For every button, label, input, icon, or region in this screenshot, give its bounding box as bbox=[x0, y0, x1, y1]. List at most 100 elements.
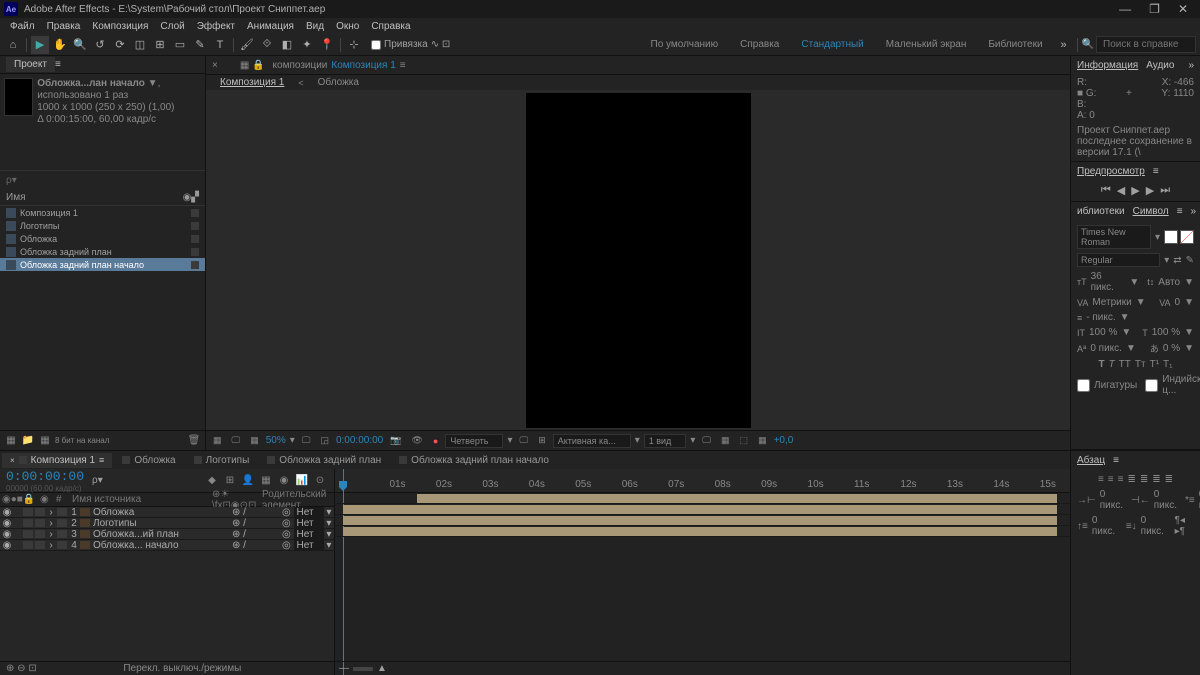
leading[interactable]: Авто bbox=[1158, 277, 1180, 288]
stroke-color[interactable] bbox=[1180, 230, 1194, 244]
tsume[interactable]: 0 % bbox=[1163, 343, 1180, 354]
type-tool[interactable]: T bbox=[211, 36, 229, 54]
timeline-layer[interactable]: ◉›1Обложка⊛ /◎ Нет ▾ bbox=[0, 507, 334, 518]
timeline-tab[interactable]: × Композиция 1 ≡ bbox=[2, 453, 112, 468]
h-scale[interactable]: 100 % bbox=[1152, 327, 1180, 338]
zoom-tool[interactable]: 🔍 bbox=[71, 36, 89, 54]
timeline-layer[interactable]: ◉›3Обложка...ий план⊛ /◎ Нет ▾ bbox=[0, 529, 334, 540]
menu-view[interactable]: Вид bbox=[301, 20, 329, 33]
align-left-icon[interactable]: ≡ bbox=[1098, 474, 1104, 485]
allcaps-button[interactable]: TT bbox=[1119, 359, 1131, 370]
rotate-tool[interactable]: ⟳ bbox=[111, 36, 129, 54]
workspace-standard[interactable]: Стандартный bbox=[791, 39, 873, 50]
project-item[interactable]: Обложка задний план начало bbox=[0, 258, 205, 271]
project-item[interactable]: Логотипы bbox=[0, 219, 205, 232]
hindi-checkbox[interactable] bbox=[1145, 379, 1158, 392]
clone-tool[interactable]: ⟐ bbox=[258, 36, 276, 54]
new-folder-icon[interactable]: 📁 bbox=[21, 434, 35, 448]
justify-all-icon[interactable]: ≣ bbox=[1165, 474, 1173, 485]
roto-tool[interactable]: ✦ bbox=[298, 36, 316, 54]
zoom-dropdown[interactable]: 50% bbox=[266, 435, 286, 446]
camera-dropdown[interactable]: Активная ка... bbox=[553, 434, 631, 448]
timeline-timecode[interactable]: 0:00:00:00 00000 (60.00 кадр/с) bbox=[6, 469, 84, 493]
indent-left[interactable]: 0 пикс. bbox=[1100, 489, 1123, 511]
selection-tool[interactable]: ▶ bbox=[31, 36, 49, 54]
mag-icon[interactable]: 🖵 bbox=[229, 434, 244, 447]
libraries-tab[interactable]: иблиотеки bbox=[1077, 206, 1125, 217]
font-weight-dropdown[interactable]: Regular bbox=[1077, 253, 1160, 267]
shape-tool[interactable]: ▭ bbox=[171, 36, 189, 54]
project-item[interactable]: Композиция 1 bbox=[0, 206, 205, 219]
v-scale[interactable]: 100 % bbox=[1089, 327, 1117, 338]
views-dropdown[interactable]: 1 вид bbox=[644, 434, 687, 448]
menu-help[interactable]: Справка bbox=[366, 20, 415, 33]
justify-left-icon[interactable]: ≣ bbox=[1127, 474, 1135, 485]
tl-btn-2[interactable]: ⊞ bbox=[222, 473, 238, 489]
stroke-width[interactable]: - пикс. bbox=[1086, 312, 1115, 323]
timeline-tab[interactable]: Обложка bbox=[114, 453, 183, 468]
col-type-icon[interactable]: ▞ bbox=[191, 192, 199, 203]
justify-center-icon[interactable]: ≣ bbox=[1140, 474, 1148, 485]
ligatures-checkbox[interactable] bbox=[1077, 379, 1090, 392]
col-tag-icon[interactable]: ◉ bbox=[183, 192, 192, 203]
alpha-icon[interactable]: ▦ bbox=[210, 434, 225, 447]
font-family-dropdown[interactable]: Times New Roman bbox=[1077, 225, 1151, 249]
menu-effect[interactable]: Эффект bbox=[192, 20, 240, 33]
shy-toggle[interactable]: 👤 bbox=[240, 473, 256, 489]
delete-icon[interactable]: 🗑 bbox=[187, 434, 201, 448]
col-name[interactable]: Имя bbox=[6, 192, 183, 203]
frame-blend-icon[interactable]: ▦ bbox=[258, 473, 274, 489]
puppet-tool[interactable]: 📍 bbox=[318, 36, 336, 54]
menu-edit[interactable]: Правка bbox=[42, 20, 86, 33]
res-icon[interactable]: ▦ bbox=[247, 434, 262, 447]
eraser-tool[interactable]: ◧ bbox=[278, 36, 296, 54]
space-before[interactable]: 0 пикс. bbox=[1092, 515, 1118, 537]
last-frame-icon[interactable]: ⏭ bbox=[1160, 184, 1170, 197]
menu-animation[interactable]: Анимация bbox=[242, 20, 299, 33]
preview-tab[interactable]: Предпросмотр bbox=[1077, 166, 1145, 177]
comp-subtab[interactable]: Обложка bbox=[318, 77, 359, 88]
timeline-tab[interactable]: Логотипы bbox=[186, 453, 258, 468]
font-size[interactable]: 36 пикс. bbox=[1091, 271, 1126, 293]
timeline-search[interactable]: ρ▾ bbox=[92, 475, 103, 486]
workspace-small[interactable]: Маленький экран bbox=[876, 39, 977, 50]
menu-layer[interactable]: Слой bbox=[155, 20, 189, 33]
new-comp-icon[interactable]: ▦ bbox=[38, 434, 52, 448]
project-search[interactable]: ρ▾ bbox=[0, 170, 205, 190]
menu-window[interactable]: Окно bbox=[331, 20, 364, 33]
menu-composition[interactable]: Композиция bbox=[87, 20, 153, 33]
toggle-switches-icon[interactable]: ⊕ ⊖ ⊡ bbox=[6, 663, 37, 674]
workspace-default[interactable]: По умолчанию bbox=[641, 39, 729, 50]
timeline-tab[interactable]: Обложка задний план bbox=[259, 453, 389, 468]
tl-btn-1[interactable]: ◆ bbox=[204, 473, 220, 489]
workspace-menu[interactable]: » bbox=[1055, 36, 1073, 54]
snapping-toggle[interactable]: Привязка ∿ ⊡ bbox=[371, 39, 450, 50]
home-icon[interactable]: ⌂ bbox=[4, 36, 22, 54]
maximize-button[interactable]: ❐ bbox=[1149, 2, 1160, 16]
toggle-switches-modes[interactable]: Перекл. выключ./режимы bbox=[37, 663, 328, 674]
camera-tool[interactable]: ◫ bbox=[131, 36, 149, 54]
align-center-icon[interactable]: ≡ bbox=[1108, 474, 1114, 485]
pan-behind-tool[interactable]: ⊞ bbox=[151, 36, 169, 54]
indent-right[interactable]: 0 пикс. bbox=[1154, 489, 1177, 511]
interpret-footage-icon[interactable]: ▦ bbox=[4, 434, 18, 448]
snapshot-icon[interactable]: 📷 bbox=[387, 434, 404, 447]
info-tab[interactable]: Информация bbox=[1077, 60, 1138, 71]
comp-breadcrumb[interactable]: композиции Композиция 1 ≡ bbox=[273, 60, 406, 71]
hand-tool[interactable]: ✋ bbox=[51, 36, 69, 54]
smallcaps-button[interactable]: Tᴛ bbox=[1135, 359, 1146, 370]
justify-right-icon[interactable]: ≣ bbox=[1152, 474, 1160, 485]
flowchart-icon[interactable]: × bbox=[212, 60, 218, 71]
project-item[interactable]: Обложка задний план bbox=[0, 245, 205, 258]
brush-tool[interactable]: 🖌 bbox=[238, 36, 256, 54]
menu-file[interactable]: Файл bbox=[5, 20, 40, 33]
first-frame-icon[interactable]: ⏮ bbox=[1101, 184, 1111, 197]
pen-tool[interactable]: ✎ bbox=[191, 36, 209, 54]
graph-editor-icon[interactable]: 📊 bbox=[294, 473, 310, 489]
zoom-in-icon[interactable]: ▲ bbox=[377, 663, 387, 674]
character-tab[interactable]: Символ bbox=[1133, 206, 1169, 217]
project-item[interactable]: Обложка bbox=[0, 232, 205, 245]
exposure-value[interactable]: +0,0 bbox=[774, 435, 794, 446]
comp-subtab[interactable]: Композиция 1 bbox=[220, 77, 284, 88]
show-snapshot-icon[interactable]: 👁 bbox=[408, 434, 425, 447]
